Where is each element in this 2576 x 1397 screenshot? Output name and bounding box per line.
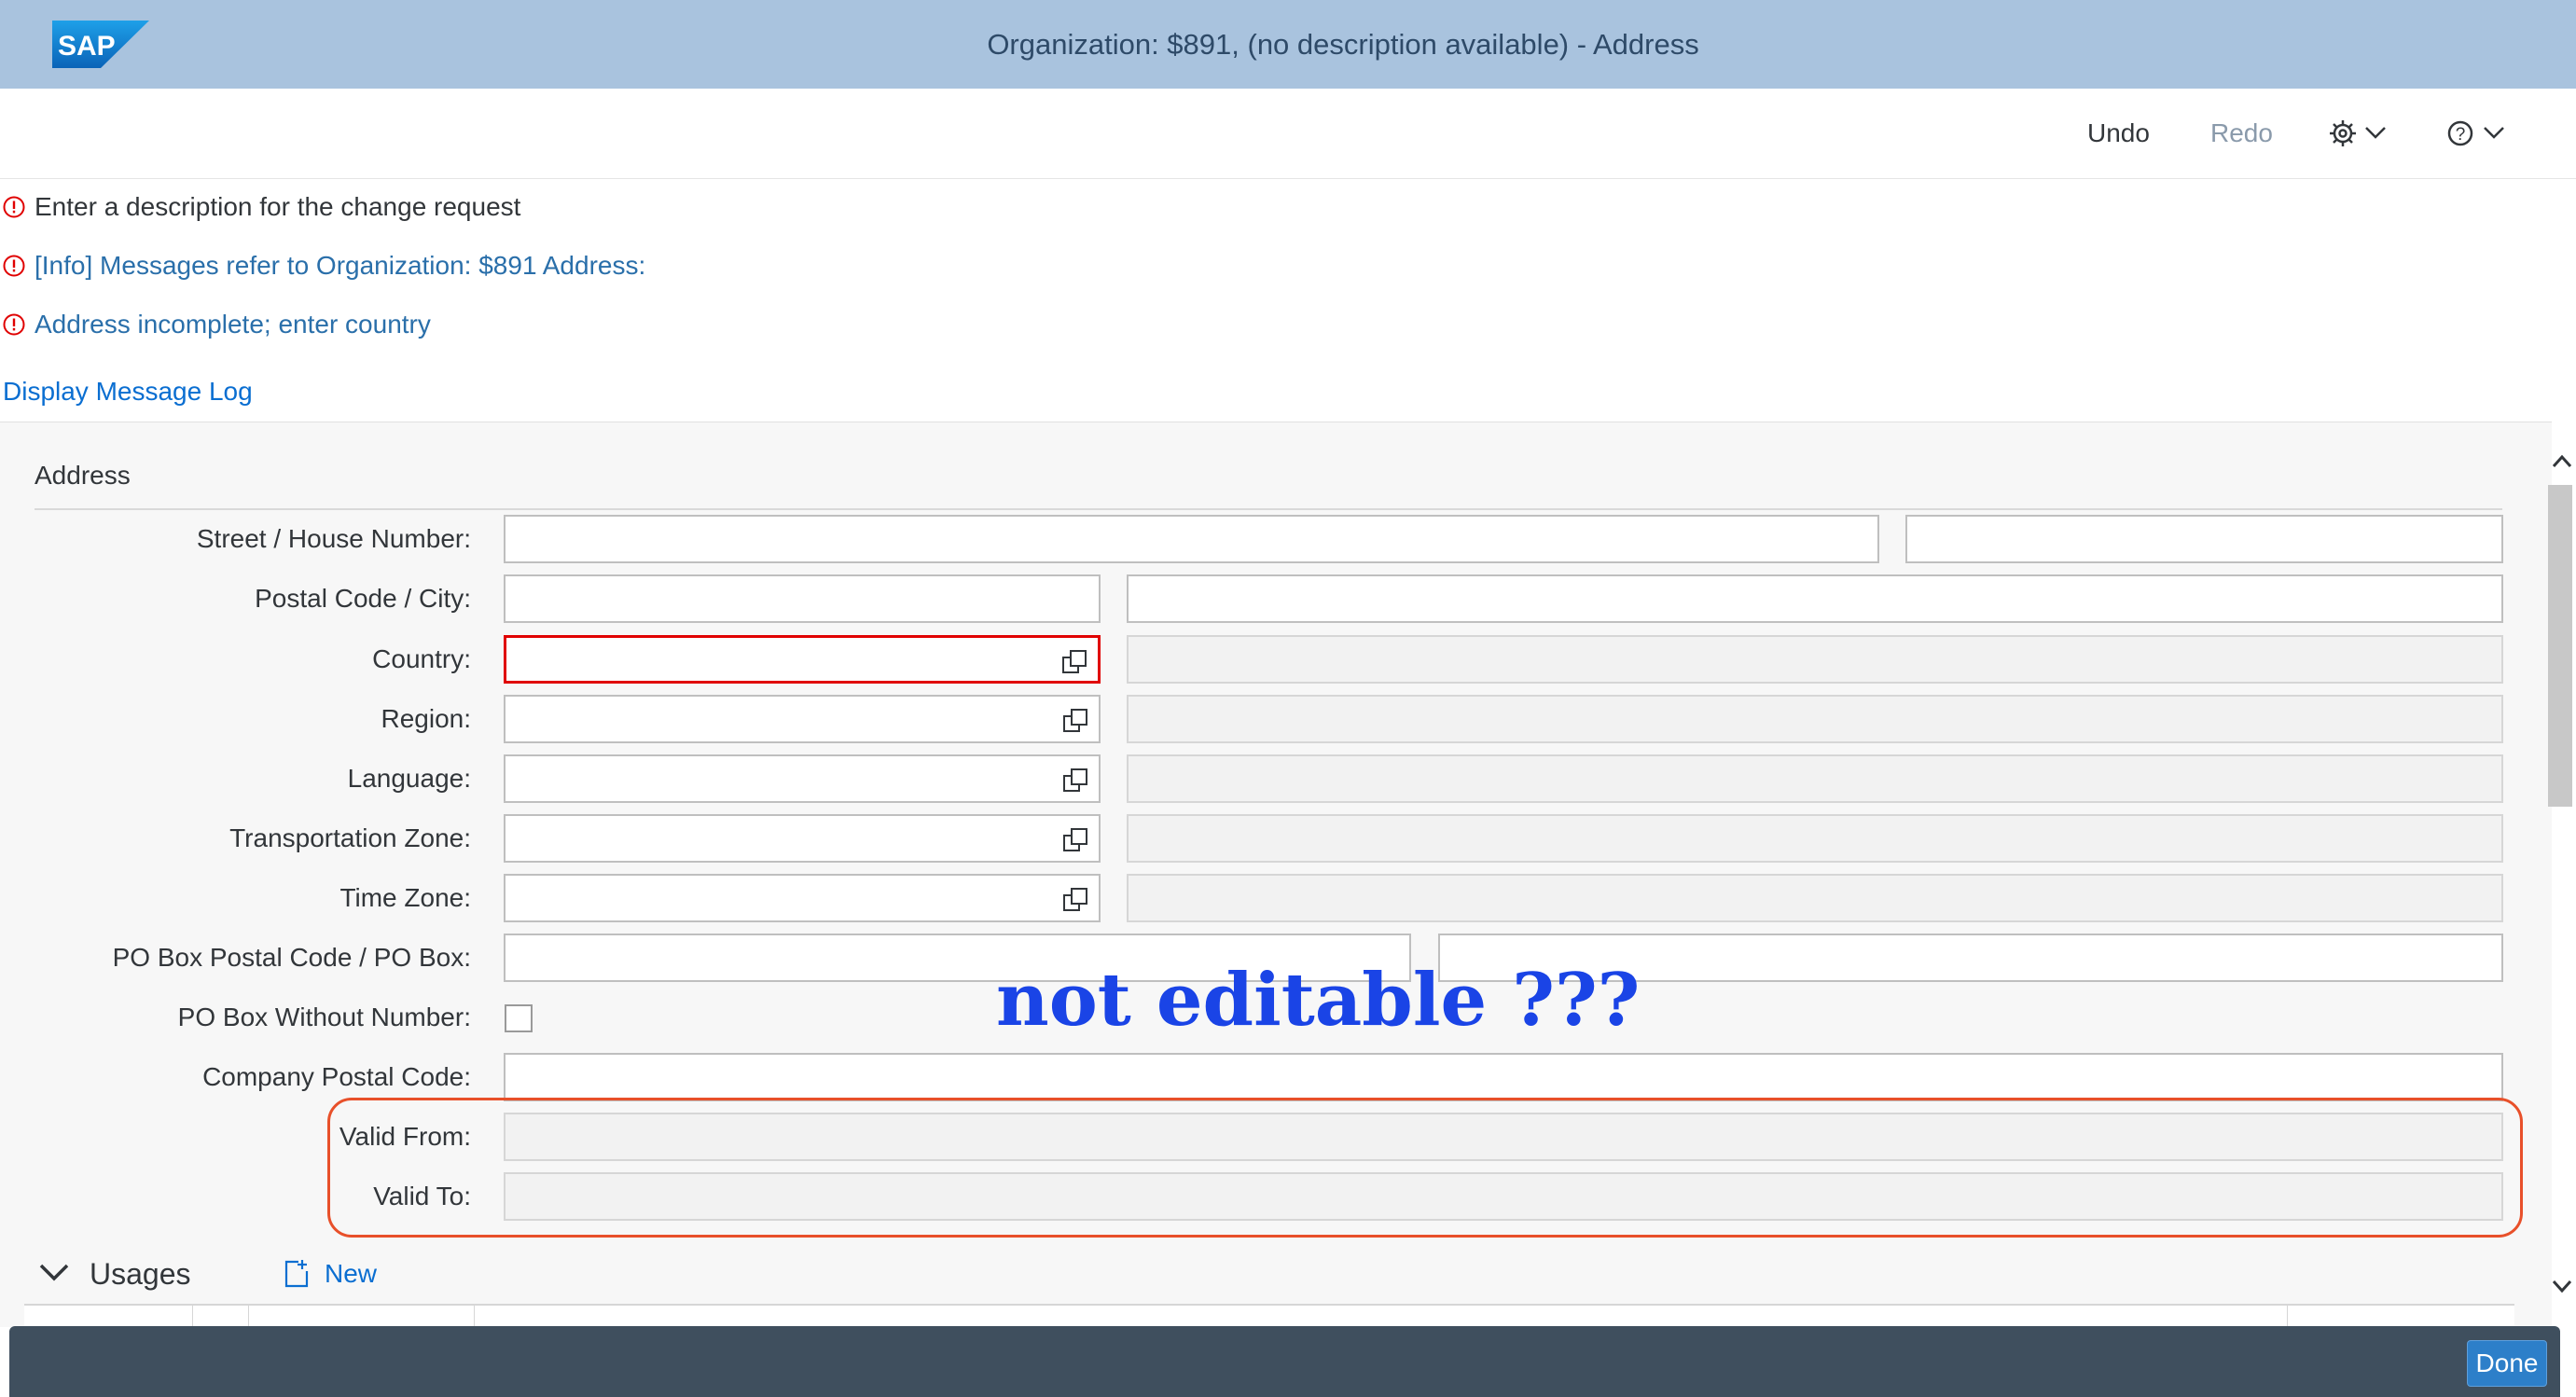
- column-divider: [474, 1306, 475, 1326]
- chevron-down-icon: [2365, 127, 2386, 139]
- postal-city-label: Postal Code / City:: [255, 584, 471, 613]
- company-postal-code-label: Company Postal Code:: [202, 1062, 471, 1091]
- settings-menu-button[interactable]: [2327, 117, 2390, 150]
- error-icon: [3, 313, 25, 336]
- section-title: Address: [35, 461, 131, 490]
- po-box-without-number-label: PO Box Without Number:: [177, 1003, 471, 1031]
- value-help-icon[interactable]: [1061, 707, 1089, 735]
- region-description-field: [1127, 695, 2503, 743]
- chevron-down-icon: [2484, 127, 2504, 139]
- country-label: Country:: [372, 644, 471, 673]
- new-usage-button[interactable]: New: [325, 1255, 377, 1293]
- po-box-label: PO Box Postal Code / PO Box:: [112, 943, 471, 972]
- message-link[interactable]: [Info] Messages refer to Organization: $…: [35, 247, 645, 284]
- region-input[interactable]: [504, 695, 1101, 743]
- value-help-icon[interactable]: [1060, 648, 1088, 676]
- footer-bar: [9, 1326, 2560, 1397]
- section-divider: [35, 508, 2502, 510]
- value-help-icon[interactable]: [1061, 767, 1089, 795]
- scroll-down-icon[interactable]: [2548, 1272, 2576, 1300]
- language-input[interactable]: [504, 754, 1101, 803]
- redo-button[interactable]: Redo: [2210, 89, 2273, 178]
- value-help-icon[interactable]: [1061, 826, 1089, 854]
- page-title: Organization: $891, (no description avai…: [987, 28, 1699, 61]
- column-divider: [192, 1306, 193, 1326]
- chevron-down-icon[interactable]: [37, 1259, 71, 1287]
- time-zone-label: Time Zone:: [339, 883, 471, 912]
- city-input[interactable]: [1127, 574, 2503, 623]
- region-label: Region:: [381, 704, 471, 733]
- error-icon: [3, 196, 25, 218]
- new-document-icon[interactable]: [284, 1258, 310, 1288]
- po-box-without-number-checkbox[interactable]: [505, 1004, 533, 1032]
- house-number-input[interactable]: [1905, 515, 2503, 563]
- usages-section-title: Usages: [90, 1257, 191, 1291]
- question-icon: ?: [2447, 120, 2473, 146]
- time-zone-input[interactable]: [504, 874, 1101, 922]
- scroll-up-icon[interactable]: [2548, 448, 2576, 476]
- language-description-field: [1127, 754, 2503, 803]
- message-text: Enter a description for the change reque…: [35, 192, 521, 221]
- display-message-log-link[interactable]: Display Message Log: [3, 373, 253, 410]
- postal-code-input[interactable]: [504, 574, 1101, 623]
- done-button[interactable]: Done: [2467, 1340, 2547, 1387]
- usages-table-header: [24, 1304, 2514, 1328]
- street-label: Street / House Number:: [196, 524, 471, 553]
- transportation-zone-description-field: [1127, 814, 2503, 863]
- toolbar: [0, 89, 2576, 179]
- column-divider: [2287, 1306, 2288, 1326]
- country-description-field: [1127, 635, 2503, 684]
- street-input[interactable]: [504, 515, 1879, 563]
- message-link[interactable]: Address incomplete; enter country: [35, 306, 431, 343]
- scrollbar-thumb[interactable]: [2548, 485, 2572, 807]
- transportation-zone-input[interactable]: [504, 814, 1101, 863]
- annotation-text: not editable ???: [996, 958, 1641, 1043]
- country-input[interactable]: [504, 635, 1101, 684]
- language-label: Language:: [347, 764, 471, 793]
- value-help-icon[interactable]: [1061, 886, 1089, 914]
- column-divider: [248, 1306, 249, 1326]
- undo-button[interactable]: Undo: [2087, 89, 2150, 178]
- svg-text:?: ?: [2456, 125, 2466, 145]
- annotation-highlight-box: [327, 1098, 2523, 1238]
- help-menu-button[interactable]: ?: [2445, 117, 2513, 150]
- company-postal-code-input[interactable]: [504, 1053, 2503, 1101]
- time-zone-description-field: [1127, 874, 2503, 922]
- transportation-zone-label: Transportation Zone:: [229, 823, 471, 852]
- error-icon: [3, 255, 25, 277]
- gear-icon: [2330, 120, 2356, 146]
